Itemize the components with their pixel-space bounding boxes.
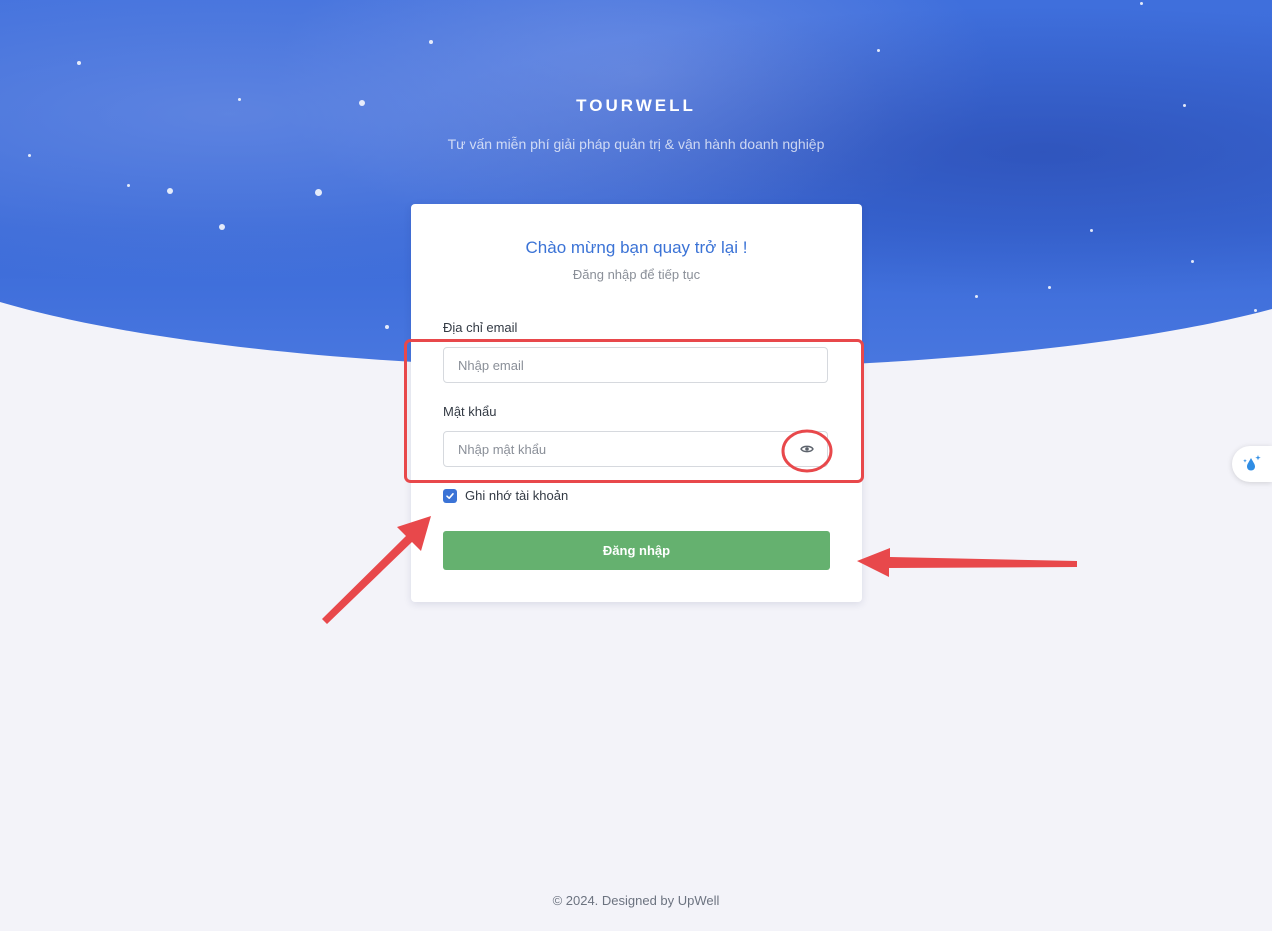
remember-checkbox[interactable] — [443, 488, 457, 503]
remember-label: Ghi nhớ tài khoản — [465, 488, 569, 503]
brand-tagline: Tư vấn miễn phí giải pháp quản trị & vận… — [447, 136, 825, 152]
annotation-arrow-button — [857, 548, 1077, 577]
water-drop-sparkle-icon — [1243, 455, 1261, 471]
eye-icon — [800, 445, 814, 453]
brand-logo: TOURWELL — [576, 96, 696, 115]
footer-copyright: © 2024. Designed by UpWell — [552, 893, 720, 908]
login-title: Chào mừng bạn quay trở lại ! — [525, 238, 748, 257]
password-label: Mật khẩu — [443, 404, 497, 419]
side-widget-button[interactable] — [1232, 446, 1272, 482]
password-field[interactable] — [443, 431, 828, 467]
checkmark-icon — [446, 492, 454, 499]
remember-me[interactable]: Ghi nhớ tài khoản — [443, 488, 568, 503]
email-field[interactable] — [443, 347, 828, 383]
email-label: Địa chỉ email — [443, 320, 518, 335]
login-card: Chào mừng bạn quay trở lại ! Đăng nhập đ… — [411, 204, 862, 602]
login-subtitle: Đăng nhập để tiếp tục — [572, 267, 701, 282]
login-button[interactable]: Đăng nhập — [443, 531, 830, 570]
password-toggle-button[interactable] — [787, 431, 827, 467]
